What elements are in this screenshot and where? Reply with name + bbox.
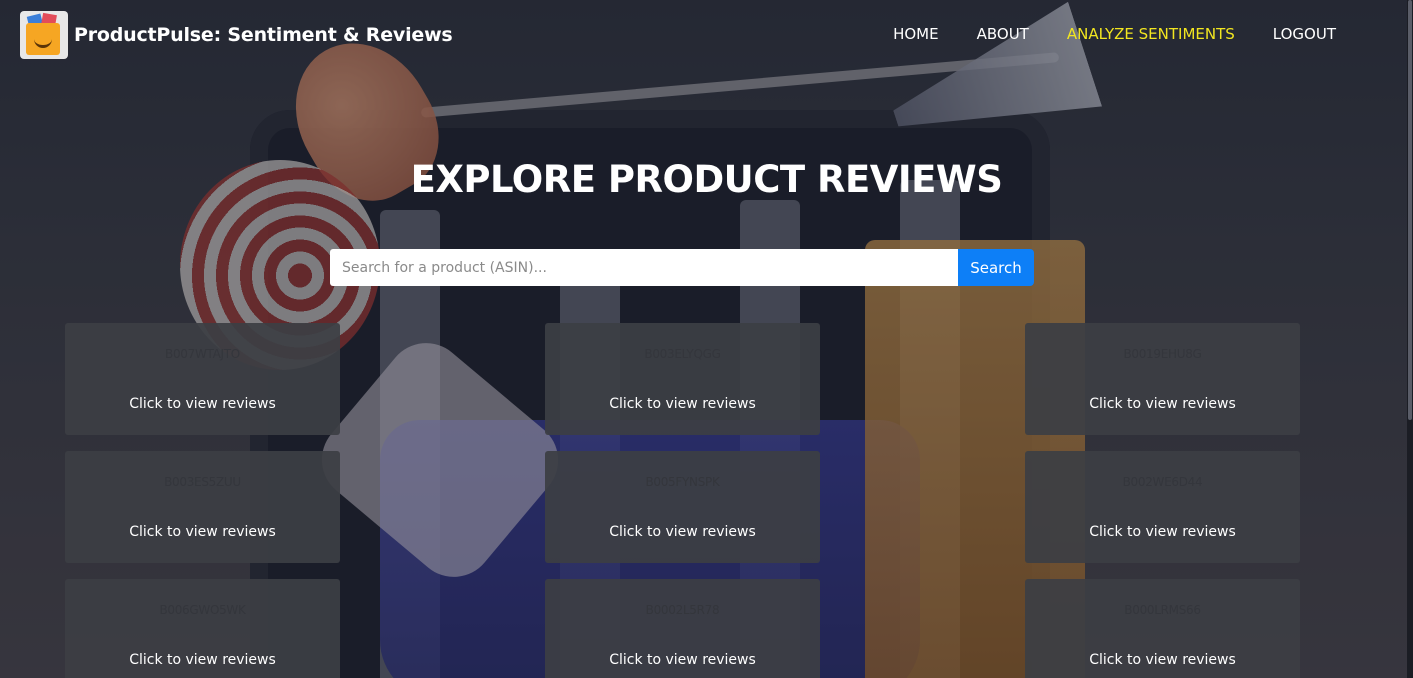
product-card[interactable]: B0019EHU8G Click to view reviews xyxy=(1025,323,1300,435)
view-reviews-link[interactable]: Click to view reviews xyxy=(1025,396,1300,412)
product-card[interactable]: B006GWO5WK Click to view reviews xyxy=(65,579,340,678)
view-reviews-link[interactable]: Click to view reviews xyxy=(65,524,340,540)
product-asin: B006GWO5WK xyxy=(159,603,246,617)
main-nav: HOME ABOUT ANALYZE SENTIMENTS LOGOUT xyxy=(893,25,1336,43)
shopping-bag-logo-icon xyxy=(20,11,68,59)
nav-home[interactable]: HOME xyxy=(893,25,939,43)
view-reviews-link[interactable]: Click to view reviews xyxy=(1025,524,1300,540)
nav-logout[interactable]: LOGOUT xyxy=(1273,25,1336,43)
product-asin: B003ELYQGG xyxy=(644,347,721,361)
search-input[interactable] xyxy=(330,249,958,286)
view-reviews-link[interactable]: Click to view reviews xyxy=(65,396,340,412)
product-asin: B0002L5R78 xyxy=(645,603,720,617)
product-asin: B007WTAJTO xyxy=(165,347,240,361)
nav-about[interactable]: ABOUT xyxy=(977,25,1029,43)
page-scrollbar[interactable] xyxy=(1407,0,1413,678)
page-title: EXPLORE PRODUCT REVIEWS xyxy=(410,158,1003,201)
product-grid: B007WTAJTO Click to view reviews B003ELY… xyxy=(65,323,1300,678)
product-card[interactable]: B003ELYQGG Click to view reviews xyxy=(545,323,820,435)
site-header: ProductPulse: Sentiment & Reviews HOME A… xyxy=(0,0,1413,72)
product-card[interactable]: B005FYNSPK Click to view reviews xyxy=(545,451,820,563)
product-asin: B002WE6D44 xyxy=(1122,475,1203,489)
product-card[interactable]: B002WE6D44 Click to view reviews xyxy=(1025,451,1300,563)
product-asin: B000LRMS66 xyxy=(1124,603,1201,617)
product-asin: B0019EHU8G xyxy=(1123,347,1202,361)
product-asin: B005FYNSPK xyxy=(645,475,720,489)
view-reviews-link[interactable]: Click to view reviews xyxy=(545,396,820,412)
scrollbar-thumb[interactable] xyxy=(1408,0,1412,420)
product-card[interactable]: B007WTAJTO Click to view reviews xyxy=(65,323,340,435)
brand-title: ProductPulse: Sentiment & Reviews xyxy=(74,24,453,46)
view-reviews-link[interactable]: Click to view reviews xyxy=(1025,652,1300,668)
view-reviews-link[interactable]: Click to view reviews xyxy=(545,524,820,540)
view-reviews-link[interactable]: Click to view reviews xyxy=(545,652,820,668)
product-card[interactable]: B003ES5ZUU Click to view reviews xyxy=(65,451,340,563)
brand[interactable]: ProductPulse: Sentiment & Reviews xyxy=(20,11,453,59)
search-button[interactable]: Search xyxy=(958,249,1034,286)
product-card[interactable]: B0002L5R78 Click to view reviews xyxy=(545,579,820,678)
product-card[interactable]: B000LRMS66 Click to view reviews xyxy=(1025,579,1300,678)
product-asin: B003ES5ZUU xyxy=(164,475,241,489)
view-reviews-link[interactable]: Click to view reviews xyxy=(65,652,340,668)
search-bar: Search xyxy=(330,249,1034,286)
nav-analyze-sentiments[interactable]: ANALYZE SENTIMENTS xyxy=(1067,25,1235,43)
